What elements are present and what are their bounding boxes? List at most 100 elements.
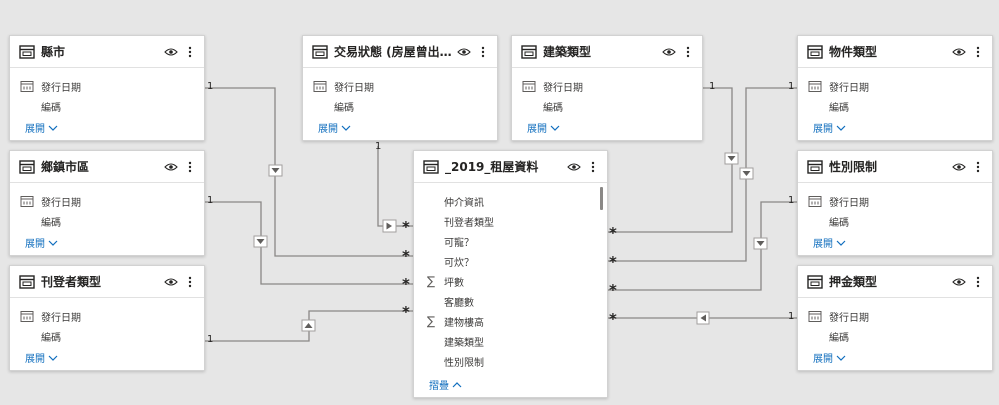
field-row[interactable]: 仲介資訊 [414, 191, 607, 211]
card-header[interactable]: 刊登者類型 [10, 266, 204, 298]
visibility-eye-icon[interactable] [951, 44, 967, 60]
field-row[interactable]: 編碼 [10, 96, 204, 116]
expand-toggle[interactable]: 展開 [813, 350, 846, 365]
field-row[interactable]: 編碼 [10, 211, 204, 231]
field-row[interactable]: 發行日期 [10, 76, 204, 96]
more-options-icon[interactable] [182, 159, 198, 175]
cardinality-one-label: 1 [207, 195, 214, 206]
filter-direction-icon [382, 219, 397, 233]
table-card-building-type[interactable]: 建築類型 發行日期 編碼 展開 [511, 35, 703, 141]
card-header[interactable]: 物件類型 [798, 36, 992, 68]
expand-toggle[interactable]: 展開 [25, 120, 58, 135]
field-row[interactable]: 可寵？ [414, 231, 607, 251]
field-row[interactable]: 編碼 [303, 96, 497, 116]
cardinality-many-label: * [402, 275, 410, 293]
expand-label: 展開 [813, 124, 833, 135]
field-list[interactable]: 仲介資訊 刊登者類型 可寵？ 可炊？ ∑ 坪數 客廳數 ∑ 建物樓高 建築類型 性別… [414, 183, 607, 371]
more-options-icon[interactable] [182, 44, 198, 60]
more-options-icon[interactable] [585, 159, 601, 175]
expand-toggle[interactable]: 展開 [25, 350, 58, 365]
field-row[interactable]: 發行日期 [798, 76, 992, 96]
cardinality-many-label: * [609, 224, 617, 242]
field-row[interactable]: 編碼 [512, 96, 702, 116]
field-row[interactable]: 發行日期 [303, 76, 497, 96]
table-card-city[interactable]: 縣市 發行日期 編碼 展開 [9, 35, 205, 141]
cardinality-many-label: * [402, 247, 410, 265]
more-options-icon[interactable] [182, 274, 198, 290]
field-row[interactable]: 刊登者類型 [414, 211, 607, 231]
field-row[interactable]: 發行日期 [10, 306, 204, 326]
collapse-toggle[interactable]: 摺疊 [429, 377, 462, 392]
visibility-eye-icon[interactable] [163, 44, 179, 60]
field-row[interactable]: 發行日期 [798, 306, 992, 326]
table-title: 鄉鎮市區 [41, 160, 90, 174]
visibility-eye-icon[interactable] [566, 159, 582, 175]
scrollbar-thumb[interactable] [600, 187, 603, 210]
field-label: 坪數 [444, 277, 464, 289]
chevron-down-icon [48, 125, 58, 131]
card-header[interactable]: _2019_租屋資料 [414, 151, 607, 183]
card-header[interactable]: 交易狀態 (房屋曾出租... [303, 36, 497, 68]
field-row[interactable]: 編碼 [798, 96, 992, 116]
expand-toggle[interactable]: 展開 [813, 120, 846, 135]
field-row[interactable]: 編碼 [10, 326, 204, 346]
table-card-rental-data[interactable]: _2019_租屋資料 仲介資訊 刊登者類型 可寵？ 可炊？ ∑ 坪數 客廳數 ∑ 建… [413, 150, 608, 398]
card-header[interactable]: 縣市 [10, 36, 204, 68]
field-row[interactable]: 性別限制 [414, 351, 607, 371]
table-icon [19, 159, 35, 174]
expand-toggle[interactable]: 展開 [527, 120, 560, 135]
field-row[interactable]: 編碼 [798, 326, 992, 346]
calendar-icon [522, 81, 536, 92]
expand-toggle[interactable]: 展開 [25, 235, 58, 250]
table-card-deposit-type[interactable]: 押金類型 發行日期 編碼 展開 [797, 265, 993, 371]
visibility-eye-icon[interactable] [661, 44, 677, 60]
table-title: 交易狀態 (房屋曾出租... [334, 45, 453, 59]
visibility-eye-icon[interactable] [456, 44, 472, 60]
field-row[interactable]: 編碼 [798, 211, 992, 231]
field-label: 仲介資訊 [444, 197, 484, 209]
field-row[interactable]: 客廳數 [414, 291, 607, 311]
field-label: 發行日期 [829, 82, 869, 94]
more-options-icon[interactable] [970, 159, 986, 175]
chevron-down-icon [836, 125, 846, 131]
table-title: 縣市 [41, 45, 66, 59]
more-options-icon[interactable] [970, 44, 986, 60]
table-card-gender-limit[interactable]: 性別限制 發行日期 編碼 展開 [797, 150, 993, 256]
table-icon [521, 44, 537, 59]
more-options-icon[interactable] [970, 274, 986, 290]
field-row[interactable]: 發行日期 [10, 191, 204, 211]
more-options-icon[interactable] [475, 44, 491, 60]
chevron-up-icon [452, 381, 462, 387]
expand-toggle[interactable]: 展開 [318, 120, 351, 135]
expand-toggle[interactable]: 展開 [813, 235, 846, 250]
table-title: 刊登者類型 [41, 275, 102, 289]
card-header[interactable]: 性別限制 [798, 151, 992, 183]
visibility-eye-icon[interactable] [951, 274, 967, 290]
field-label: 可寵？ [444, 237, 474, 249]
table-card-district[interactable]: 鄉鎮市區 發行日期 編碼 展開 [9, 150, 205, 256]
field-label: 編碼 [829, 102, 849, 114]
field-label: 編碼 [41, 332, 61, 344]
field-row[interactable]: 發行日期 [798, 191, 992, 211]
field-label: 性別限制 [444, 357, 484, 369]
visibility-eye-icon[interactable] [951, 159, 967, 175]
cardinality-one-label: 1 [788, 81, 795, 92]
card-header[interactable]: 鄉鎮市區 [10, 151, 204, 183]
field-row[interactable]: ∑ 建物樓高 [414, 311, 607, 331]
field-row[interactable]: 可炊？ [414, 251, 607, 271]
table-card-poster-type[interactable]: 刊登者類型 發行日期 編碼 展開 [9, 265, 205, 371]
table-title: 物件類型 [829, 45, 878, 59]
field-row[interactable]: 發行日期 [512, 76, 702, 96]
field-row[interactable]: 建築類型 [414, 331, 607, 351]
field-row[interactable]: ∑ 坪數 [414, 271, 607, 291]
field-label: 建物樓高 [444, 317, 484, 329]
visibility-eye-icon[interactable] [163, 274, 179, 290]
card-header[interactable]: 建築類型 [512, 36, 702, 68]
calendar-icon [808, 81, 822, 92]
table-card-property-type[interactable]: 物件類型 發行日期 編碼 展開 [797, 35, 993, 141]
card-header[interactable]: 押金類型 [798, 266, 992, 298]
more-options-icon[interactable] [680, 44, 696, 60]
table-card-trade-status[interactable]: 交易狀態 (房屋曾出租... 發行日期 編碼 展開 [302, 35, 498, 141]
expand-label: 展開 [25, 239, 45, 250]
visibility-eye-icon[interactable] [163, 159, 179, 175]
